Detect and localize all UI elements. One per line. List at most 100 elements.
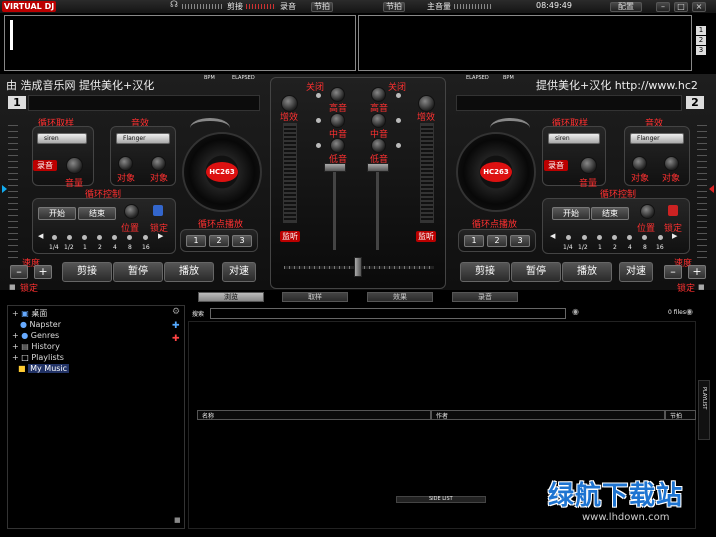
waveform-left[interactable] bbox=[4, 15, 356, 71]
loop-dot-left[interactable] bbox=[143, 235, 148, 240]
cut-button-right[interactable]: 剪接 bbox=[460, 262, 510, 282]
loop-dot-right[interactable] bbox=[627, 235, 632, 240]
cue-1-button-left[interactable]: 1 bbox=[186, 235, 206, 247]
tab-record[interactable]: 录音 bbox=[452, 292, 518, 302]
headphone-icon[interactable]: ☊ bbox=[170, 0, 178, 10]
sample-volume-knob-left[interactable] bbox=[66, 157, 83, 174]
column-header-title[interactable]: 名称 bbox=[197, 410, 431, 420]
cue-2-button-left[interactable]: 2 bbox=[209, 235, 229, 247]
play-button-left[interactable]: 播放 bbox=[164, 262, 214, 282]
kill-dot[interactable] bbox=[316, 143, 321, 148]
lock-icon-right[interactable] bbox=[668, 205, 678, 216]
eq-bass-knob-left[interactable] bbox=[330, 138, 345, 153]
sample-select-left[interactable]: siren bbox=[37, 133, 87, 144]
loop-dot-right[interactable] bbox=[612, 235, 617, 240]
cue-3-button-right[interactable]: 3 bbox=[510, 235, 530, 247]
minimize-button[interactable]: – bbox=[656, 2, 670, 12]
loop-prev-icon-left[interactable]: ◀ bbox=[38, 232, 43, 240]
loop-dot-right[interactable] bbox=[658, 235, 663, 240]
kill-dot[interactable] bbox=[316, 93, 321, 98]
pause-button-left[interactable]: 暂停 bbox=[113, 262, 163, 282]
cue-2-button-right[interactable]: 2 bbox=[487, 235, 507, 247]
kill-dot[interactable] bbox=[396, 118, 401, 123]
eq-mid-knob-right[interactable] bbox=[371, 113, 386, 128]
effect-select-right[interactable]: Flanger bbox=[630, 133, 684, 144]
volume-fader-right[interactable] bbox=[367, 163, 389, 172]
loop-prev-icon-right[interactable]: ◀ bbox=[550, 232, 555, 240]
add-folder-icon[interactable]: ✚ bbox=[172, 321, 180, 331]
loop-end-button-right[interactable]: 结束 bbox=[591, 207, 629, 220]
pitch-down-button-left[interactable]: – bbox=[10, 265, 28, 279]
master-volume-slider[interactable] bbox=[454, 4, 492, 9]
eq-treble-knob-left[interactable] bbox=[330, 87, 345, 102]
effect-select-left[interactable]: Flanger bbox=[116, 133, 170, 144]
loop-dot-left[interactable] bbox=[52, 235, 57, 240]
sample-select-right[interactable]: siren bbox=[548, 133, 600, 144]
play-button-right[interactable]: 播放 bbox=[562, 262, 612, 282]
tab-sampler[interactable]: 取样 bbox=[282, 292, 348, 302]
effect-param1-knob-left[interactable] bbox=[118, 156, 133, 171]
filter-icon[interactable]: ⚙ bbox=[172, 307, 180, 317]
eq-mid-knob-left[interactable] bbox=[330, 113, 345, 128]
headphone-mix-slider[interactable] bbox=[182, 4, 222, 9]
sample-volume-knob-right[interactable] bbox=[580, 157, 597, 174]
monitor-button-right[interactable]: 监听 bbox=[416, 231, 436, 242]
deck-3-select[interactable]: 3 bbox=[696, 46, 706, 55]
column-header-artist[interactable]: 作者 bbox=[431, 410, 665, 420]
loop-dot-left[interactable] bbox=[67, 235, 72, 240]
cue-1-button-right[interactable]: 1 bbox=[464, 235, 484, 247]
close-button[interactable]: × bbox=[692, 2, 706, 12]
tree-item-desktop[interactable]: + ▣ 桌面 bbox=[12, 308, 47, 319]
loop-end-button-left[interactable]: 结束 bbox=[78, 207, 116, 220]
deck-1-select[interactable]: 1 bbox=[696, 26, 706, 35]
files-options-icon[interactable]: ◉ bbox=[686, 307, 693, 316]
pitch-down-button-right[interactable]: – bbox=[664, 265, 682, 279]
deck-2-select[interactable]: 2 bbox=[696, 36, 706, 45]
tree-item-playlists[interactable]: + □ Playlists bbox=[12, 353, 64, 362]
beat-button-right[interactable]: 节拍 bbox=[383, 2, 405, 12]
pitch-slider-right[interactable] bbox=[697, 125, 707, 260]
kill-dot[interactable] bbox=[396, 93, 401, 98]
loop-dot-left[interactable] bbox=[97, 235, 102, 240]
waveform-right[interactable] bbox=[358, 15, 692, 71]
maximize-button[interactable]: □ bbox=[674, 2, 688, 12]
loop-dot-right[interactable] bbox=[597, 235, 602, 240]
pitch-up-button-left[interactable]: + bbox=[34, 265, 52, 279]
search-input[interactable] bbox=[210, 308, 566, 319]
sample-rec-button-left[interactable]: 录音 bbox=[33, 160, 57, 171]
cut-button-left[interactable]: 剪接 bbox=[62, 262, 112, 282]
lock-icon-left[interactable] bbox=[153, 205, 163, 216]
playlist-toggle[interactable]: PLAYLIST bbox=[698, 380, 710, 440]
side-list-toggle[interactable]: SIDE LIST bbox=[396, 496, 486, 503]
sync-button-right[interactable]: 对速 bbox=[619, 262, 653, 282]
sample-rec-button-right[interactable]: 录音 bbox=[544, 160, 568, 171]
tab-effects[interactable]: 效果 bbox=[367, 292, 433, 302]
pitch-slider-left[interactable] bbox=[8, 125, 18, 260]
loop-dot-left[interactable] bbox=[112, 235, 117, 240]
tab-browser[interactable]: 浏览 bbox=[198, 292, 264, 302]
tree-item-history[interactable]: + ▤ History bbox=[12, 342, 60, 351]
tree-item-my-music[interactable]: ■ My Music bbox=[18, 364, 70, 373]
kill-dot[interactable] bbox=[316, 118, 321, 123]
lock-icon[interactable]: ■ bbox=[174, 516, 181, 524]
crossfader[interactable] bbox=[354, 257, 362, 277]
tree-item-genres[interactable]: + ● Genres bbox=[12, 331, 59, 340]
monitor-button-left[interactable]: 监听 bbox=[280, 231, 300, 242]
loop-next-icon-right[interactable]: ▶ bbox=[672, 232, 677, 240]
loop-start-button-left[interactable]: 开始 bbox=[38, 207, 76, 220]
effect-param1-knob-right[interactable] bbox=[632, 156, 647, 171]
loop-position-knob-left[interactable] bbox=[124, 204, 139, 219]
cue-3-button-left[interactable]: 3 bbox=[232, 235, 252, 247]
loop-dot-right[interactable] bbox=[566, 235, 571, 240]
eq-treble-knob-right[interactable] bbox=[371, 87, 386, 102]
loop-dot-left[interactable] bbox=[82, 235, 87, 240]
loop-next-icon-left[interactable]: ▶ bbox=[158, 232, 163, 240]
eq-bass-knob-right[interactable] bbox=[371, 138, 386, 153]
loop-position-knob-right[interactable] bbox=[640, 204, 655, 219]
config-button[interactable]: 配置 bbox=[610, 2, 642, 12]
loop-dot-right[interactable] bbox=[582, 235, 587, 240]
sync-button-left[interactable]: 对速 bbox=[222, 262, 256, 282]
loop-dot-left[interactable] bbox=[127, 235, 132, 240]
tree-item-napster[interactable]: ● Napster bbox=[20, 320, 61, 329]
pitch-up-button-right[interactable]: + bbox=[688, 265, 706, 279]
